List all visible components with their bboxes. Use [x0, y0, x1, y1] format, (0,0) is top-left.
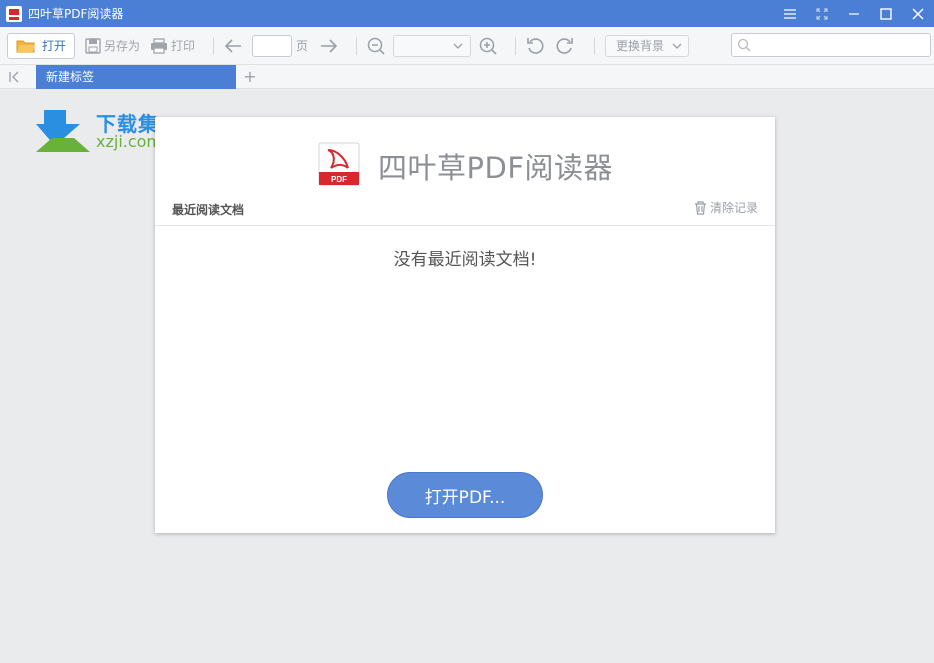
menu-icon[interactable]	[774, 0, 806, 27]
window-title: 四叶草PDF阅读器	[28, 7, 124, 21]
chevron-down-icon	[453, 43, 463, 49]
fullscreen-icon[interactable]	[806, 0, 838, 27]
minimize-icon[interactable]	[838, 0, 870, 27]
chevron-down-icon	[672, 43, 682, 49]
save-as-label: 另存为	[104, 39, 141, 53]
trash-icon	[694, 200, 706, 215]
search-icon	[737, 38, 751, 52]
clear-history-label: 清除记录	[709, 201, 758, 215]
print-button[interactable]: 打印	[150, 37, 195, 54]
tab-bar: 新建标签 +	[0, 65, 934, 89]
download-arrow-icon	[36, 110, 90, 152]
next-page-icon[interactable]	[320, 38, 338, 54]
rotate-right-icon[interactable]	[556, 37, 574, 55]
toolbar-divider	[213, 36, 215, 55]
maximize-icon[interactable]	[870, 0, 902, 27]
panel-divider	[155, 225, 775, 226]
folder-icon	[16, 40, 35, 52]
app-icon	[6, 5, 22, 22]
start-panel: PDF 四叶草PDF阅读器 最近阅读文档 清除记录 没有最近阅读文档! 打开PD…	[155, 117, 775, 533]
clear-history-button[interactable]: 清除记录	[694, 199, 758, 216]
window-controls	[774, 0, 934, 27]
change-background-label: 更换背景	[616, 39, 665, 53]
recent-documents-label: 最近阅读文档	[172, 203, 245, 217]
toolbar-divider	[515, 36, 517, 55]
open-button[interactable]: 打开	[7, 32, 75, 59]
toolbar: 打开 另存为 打印 页 更换背景	[0, 27, 934, 65]
panel-title: 四叶草PDF阅读器	[378, 151, 613, 185]
search-input[interactable]	[731, 33, 931, 57]
printer-icon	[151, 37, 168, 54]
print-label: 打印	[171, 39, 196, 53]
toolbar-divider	[356, 36, 358, 55]
open-label: 打开	[42, 39, 67, 53]
zoom-select[interactable]	[393, 34, 472, 57]
collapse-sidebar-icon[interactable]	[0, 65, 32, 88]
tab-new[interactable]: 新建标签	[36, 65, 236, 89]
empty-message: 没有最近阅读文档!	[393, 250, 537, 270]
watermark-url: xzji.com	[96, 132, 163, 151]
save-icon	[85, 37, 101, 54]
zoom-out-icon[interactable]	[367, 37, 385, 55]
pdf-logo-icon: PDF	[318, 142, 360, 186]
change-background-select[interactable]: 更换背景	[605, 34, 690, 57]
prev-page-icon[interactable]	[224, 38, 242, 54]
toolbar-divider	[594, 36, 596, 55]
page-unit-label: 页	[296, 39, 309, 53]
zoom-in-icon[interactable]	[479, 37, 497, 55]
page-number-input[interactable]	[252, 34, 293, 57]
close-icon[interactable]	[902, 0, 934, 27]
pdf-logo-text: PDF	[331, 175, 347, 184]
rotate-left-icon[interactable]	[526, 37, 544, 55]
title-bar: 四叶草PDF阅读器	[0, 0, 934, 27]
save-as-button[interactable]: 另存为	[85, 37, 140, 54]
tab-label: 新建标签	[46, 70, 95, 84]
add-tab-icon[interactable]: +	[242, 65, 258, 88]
open-pdf-button[interactable]: 打开PDF...	[387, 472, 543, 518]
